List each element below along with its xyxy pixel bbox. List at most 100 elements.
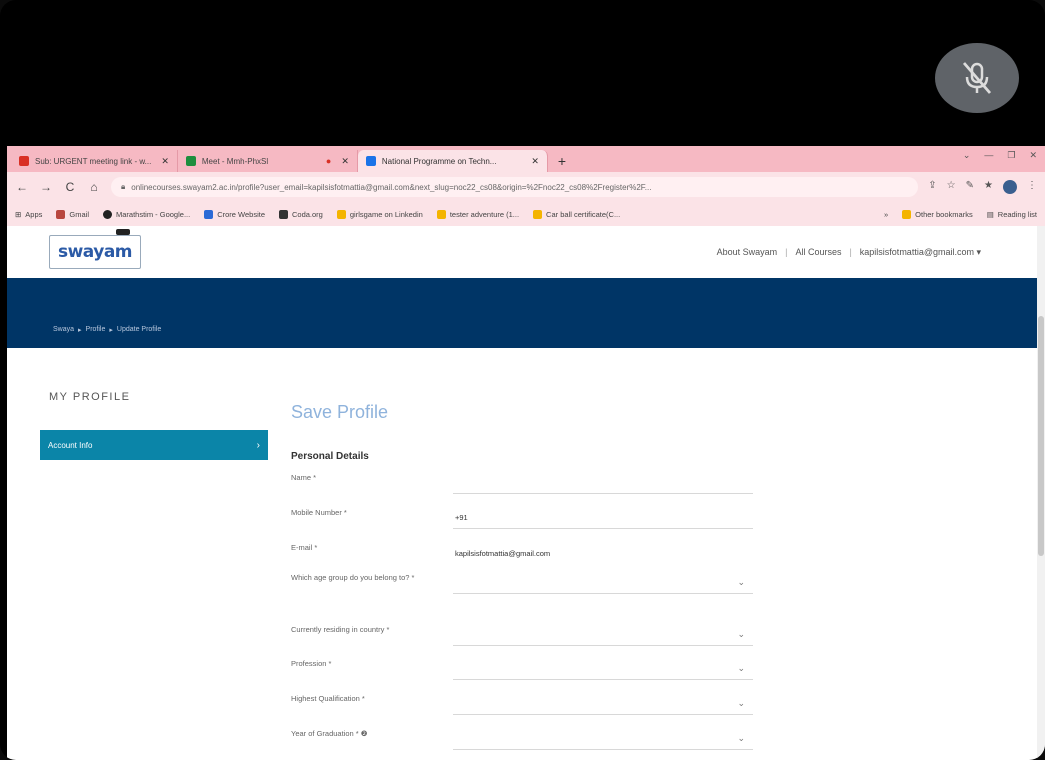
breadcrumb-profile[interactable]: Profile [86,326,106,334]
forward-button[interactable]: → [39,180,53,194]
close-icon[interactable]: ✕ [341,156,349,167]
breadcrumb-current: Update Profile [116,326,162,333]
scrollbar-thumb[interactable] [1038,316,1044,556]
toolbar-icons: ⇪ ☆ ✎ ★ ⋮ [928,180,1037,194]
age-group-row: Which age group do you belong to? * ⌄ [291,572,761,616]
email-label: E-mail * [291,543,318,552]
sidebar-heading: MY PROFILE [49,391,131,403]
about-swayam-link[interactable]: About Swayam [717,247,778,258]
header-nav: About Swayam | All Courses | kapilsisfot… [717,247,981,258]
more-bookmarks-button[interactable]: » [884,210,888,219]
graduation-year-row: Year of Graduation * ❷ ⌄ [291,728,761,758]
email-field[interactable]: kapilsisfotmattia@gmail.com [453,542,753,564]
back-button[interactable]: ← [15,180,29,194]
mobile-label: Mobile Number * [291,508,347,517]
bookmark-coda[interactable]: Coda.org [279,209,323,219]
mic-muted-button[interactable] [935,43,1019,113]
close-icon[interactable]: ✕ [161,156,169,167]
section-heading: Personal Details [291,451,369,462]
browser-toolbar: ← → C ⌂ 🔒︎ onlinecourses.swayam2.ac.in/p… [7,172,1045,202]
bookmark-tester[interactable]: tester adventure (1... [436,209,519,219]
bookmark-star-icon[interactable]: ☆ [947,180,956,194]
bookmark-marathstim[interactable]: Marathstim - Google... [103,209,190,219]
meet-icon [185,156,196,166]
breadcrumb: Swaya ▸ Profile ▸ Update Profile [53,326,161,334]
browser-tab-strip: Sub: URGENT meeting link - w... ✕ Meet -… [7,146,1045,172]
name-label: Name * [291,473,317,482]
github-icon [103,209,112,219]
chevron-down-icon: ⌄ [737,663,745,673]
bookmarks-bar: ⊞ Apps Gmail Marathstim - Google... Crore… [7,202,1045,226]
profession-select[interactable]: ⌄ [453,658,753,680]
lock-icon: 🔒︎ [121,182,126,191]
apps-grid-icon: ⊞ [15,209,22,219]
swayam-logo[interactable]: swayam [49,229,141,269]
graduation-year-select[interactable]: ⌄ [453,728,753,750]
menu-kebab-icon[interactable]: ⋮ [1027,180,1037,194]
tab-title: National Programme on Techn... [381,156,497,166]
other-bookmarks[interactable]: Other bookmarks [902,209,973,219]
meet-video-frame: Sub: URGENT meeting link - w... ✕ Meet -… [0,0,1045,760]
extensions-puzzle-icon[interactable]: ★ [984,180,993,194]
qualification-label: Highest Qualification * [291,694,365,703]
close-window-button[interactable]: ✕ [1029,150,1037,161]
bookmarks-right: » Other bookmarks ▤ Reading list [884,209,1037,219]
url-text: onlinecourses.swayam2.ac.in/profile?user… [131,182,652,192]
close-icon[interactable]: ✕ [531,156,539,167]
tab-search-button[interactable]: ⌄ [963,150,971,161]
profession-row: Profession * ⌄ [291,658,761,688]
gmail-icon [19,156,29,166]
user-menu[interactable]: kapilsisfotmattia@gmail.com ▾ [860,247,981,258]
divider: | [785,246,788,257]
browser-tab-meet[interactable]: Meet - Mmh-PhxSl ● ✕ [178,150,358,172]
home-button[interactable]: ⌂ [87,180,101,194]
page-banner: Swaya ▸ Profile ▸ Update Profile [7,278,1045,348]
qualification-select[interactable]: ⌄ [453,693,753,715]
bookmark-certificate[interactable]: Car ball certificate(C... [533,209,620,219]
bookmark-linkedin[interactable]: girlsgame on Linkedin [336,209,423,219]
graduation-cap-icon [116,229,130,235]
chevron-down-icon: ⌄ [737,698,745,708]
sidebar-item-label: Account Info [48,440,93,450]
extension-icon[interactable]: ✎ [966,180,974,194]
chevron-down-icon: ⌄ [737,733,745,743]
maximize-button[interactable]: ❐ [1007,150,1015,161]
minimize-button[interactable]: — [984,150,993,161]
window-controls: ⌄ — ❐ ✕ [963,150,1037,161]
breadcrumb-separator: ▸ [109,327,113,334]
recording-icon: ● [325,156,332,166]
browser-tab-swayam[interactable]: National Programme on Techn... ✕ [357,150,548,172]
email-row: E-mail * kapilsisfotmattia@gmail.com [291,542,761,572]
reload-button[interactable]: C [63,180,77,194]
address-bar[interactable]: 🔒︎ onlinecourses.swayam2.ac.in/profile?u… [111,177,919,197]
age-group-select[interactable]: ⌄ [453,572,753,594]
bookmark-apps[interactable]: ⊞ Apps [15,210,42,219]
page-scrollbar[interactable] [1037,226,1045,760]
breadcrumb-separator: ▸ [78,327,82,334]
country-select[interactable]: ⌄ [453,624,753,646]
new-tab-button[interactable]: + [548,150,576,172]
profession-label: Profession * [291,659,332,668]
swayam-favicon-icon [365,156,376,166]
share-icon[interactable]: ⇪ [928,180,936,194]
age-group-label: Which age group do you belong to? * [291,573,415,582]
bookmark-crore-website[interactable]: Crore Website [204,209,265,219]
tab-title: Meet - Mmh-PhxSl [201,156,269,166]
all-courses-link[interactable]: All Courses [795,247,841,258]
mic-off-icon [962,62,992,94]
bookmark-gmail[interactable]: Gmail [56,209,89,219]
folder-icon [902,209,912,219]
shared-screen: Sub: URGENT meeting link - w... ✕ Meet -… [7,146,1045,760]
country-label: Currently residing in country * [291,625,390,634]
browser-tab-gmail[interactable]: Sub: URGENT meeting link - w... ✕ [11,150,178,172]
chevron-down-icon: ⌄ [737,629,745,639]
qualification-row: Highest Qualification * ⌄ [291,693,761,723]
folder-icon [436,209,446,219]
sidebar-item-account-info[interactable]: Account Info › [40,430,268,460]
reading-list[interactable]: ▤ Reading list [987,210,1037,219]
name-field[interactable] [453,472,753,494]
mobile-number-field[interactable]: +91 [453,507,753,529]
breadcrumb-home[interactable]: Swaya [53,326,74,334]
profile-avatar[interactable] [1003,180,1017,194]
country-row: Currently residing in country * ⌄ [291,624,761,654]
